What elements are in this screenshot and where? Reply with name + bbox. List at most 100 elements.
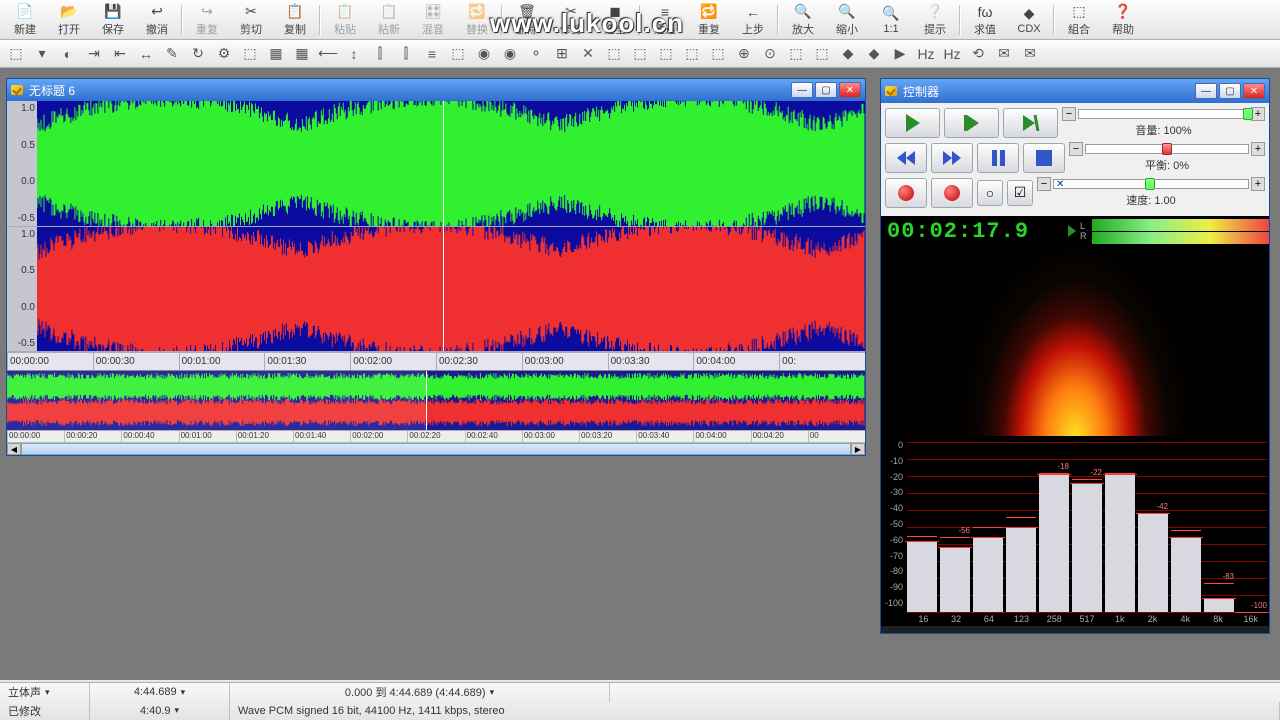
tool2-25[interactable]: ⬚ [653,42,679,66]
cut-button[interactable]: ✂剪切 [229,1,273,39]
tool2-7[interactable]: ↻ [185,42,211,66]
waveform-titlebar[interactable]: 无标题 6 — ▢ ✕ [7,79,865,101]
overview[interactable] [7,370,865,430]
position-dropdown[interactable]: 4:40.9 [90,702,230,720]
time-ruler[interactable]: 00:00:0000:00:3000:01:0000:01:3000:02:00… [7,352,865,370]
h-scrollbar[interactable]: ◀ ▶ [7,442,865,455]
redo-button[interactable]: ↪重复 [185,1,229,39]
checkbox-toggle[interactable]: ☑ [1007,180,1033,206]
crop-button[interactable]: ✂修剪 [549,1,593,39]
tool2-23[interactable]: ⬚ [601,42,627,66]
prev-button[interactable]: ←上步 [731,1,775,39]
selection-dropdown[interactable]: 0.000 到 4:44.689 (4:44.689) [230,683,610,702]
tool2-36[interactable]: Hz [939,42,965,66]
scroll-thumb[interactable] [21,443,851,455]
tool2-3[interactable]: ⇥ [81,42,107,66]
tool2-15[interactable]: ⫿ [393,42,419,66]
controller-titlebar[interactable]: 控制器 — ▢ ✕ [881,79,1269,103]
pause-button[interactable] [977,143,1019,173]
tool2-20[interactable]: ⚬ [523,42,549,66]
tool2-22[interactable]: ✕ [575,42,601,66]
tool2-11[interactable]: ▦ [289,42,315,66]
tool2-10[interactable]: ▦ [263,42,289,66]
eval-button[interactable]: fω求值 [963,1,1007,39]
tool2-38[interactable]: ✉ [991,42,1017,66]
minimize-button[interactable]: — [791,82,813,98]
combine-button[interactable]: ⬚組合 [1057,1,1101,39]
close-button[interactable]: ✕ [1243,83,1265,99]
speed-plus[interactable]: + [1251,177,1265,191]
new-button[interactable]: 📄新建 [3,1,47,39]
cdx-button[interactable]: ◆CDX [1007,1,1051,39]
balance-plus[interactable]: + [1251,142,1265,156]
waveform-canvas-left[interactable] [37,101,865,226]
replace-button[interactable]: 🔁替换 [455,1,499,39]
speed-minus[interactable]: − [1037,177,1051,191]
tool2-18[interactable]: ◉ [471,42,497,66]
save-button[interactable]: 💾保存 [91,1,135,39]
paste-button[interactable]: 📋粘贴 [323,1,367,39]
tool2-0[interactable]: ⬚ [3,42,29,66]
tool2-21[interactable]: ⊞ [549,42,575,66]
tool2-6[interactable]: ✎ [159,42,185,66]
stop-button[interactable] [1023,143,1065,173]
pastenew-button[interactable]: 📋粘新 [367,1,411,39]
zoomout-button[interactable]: 🔍缩小 [825,1,869,39]
tool2-8[interactable]: ⚙ [211,42,237,66]
scroll-left-button[interactable]: ◀ [7,443,21,455]
close-button[interactable]: ✕ [839,82,861,98]
record-dub-button[interactable] [931,178,973,208]
tool2-32[interactable]: ◆ [835,42,861,66]
volume-slider[interactable] [1078,109,1249,119]
minimize-button[interactable]: — [1195,83,1217,99]
fit-button[interactable]: 🔍1:1 [869,1,913,39]
overview-selection[interactable] [7,371,427,430]
tool2-35[interactable]: Hz [913,42,939,66]
tool2-30[interactable]: ⬚ [783,42,809,66]
speed-reset-icon[interactable]: ✕ [1056,179,1064,190]
undo-button[interactable]: ↩撤消 [135,1,179,39]
tool2-24[interactable]: ⬚ [627,42,653,66]
waveform-canvas-right[interactable] [37,227,865,352]
maximize-button[interactable]: ▢ [1219,83,1241,99]
tool2-9[interactable]: ⬚ [237,42,263,66]
open-button[interactable]: 📂打开 [47,1,91,39]
speed-slider[interactable]: ✕ [1053,179,1249,189]
tool2-33[interactable]: ◆ [861,42,887,66]
tool2-31[interactable]: ⬚ [809,42,835,66]
volume-plus[interactable]: + [1251,107,1265,121]
tool2-16[interactable]: ≡ [419,42,445,66]
selall-button[interactable]: ◼选全 [593,1,637,39]
delete-button[interactable]: 🗑删除 [505,1,549,39]
balance-slider[interactable] [1085,144,1249,154]
tool2-19[interactable]: ◉ [497,42,523,66]
tool2-26[interactable]: ⬚ [679,42,705,66]
play-button[interactable] [885,108,940,138]
tool2-27[interactable]: ⬚ [705,42,731,66]
forward-button[interactable] [931,143,973,173]
hint-button[interactable]: ❔提示 [913,1,957,39]
tool2-28[interactable]: ⊕ [731,42,757,66]
tool2-29[interactable]: ⊙ [757,42,783,66]
play-loop-button[interactable] [1003,108,1058,138]
record-button[interactable] [885,178,927,208]
scroll-right-button[interactable]: ▶ [851,443,865,455]
volume-minus[interactable]: − [1062,107,1076,121]
play-skip-button[interactable] [944,108,999,138]
copy-button[interactable]: 📋复制 [273,1,317,39]
duration-dropdown[interactable]: 4:44.689 [90,683,230,702]
help-button[interactable]: ❓帮助 [1101,1,1145,39]
channels-dropdown[interactable]: 立体声 [0,683,90,702]
maximize-button[interactable]: ▢ [815,82,837,98]
tool2-34[interactable]: ▶ [887,42,913,66]
zoomin-button[interactable]: 🔍放大 [781,1,825,39]
tool2-37[interactable]: ⟲ [965,42,991,66]
loop-toggle-button[interactable]: ○ [977,180,1003,206]
repeat-button[interactable]: 🔁重复 [687,1,731,39]
mix-button[interactable]: 🎛混音 [411,1,455,39]
rewind-button[interactable] [885,143,927,173]
tool2-1[interactable]: ▾ [29,42,55,66]
tool2-13[interactable]: ↕ [341,42,367,66]
tool2-14[interactable]: ⫿ [367,42,393,66]
chan-button[interactable]: ≡通道 [643,1,687,39]
